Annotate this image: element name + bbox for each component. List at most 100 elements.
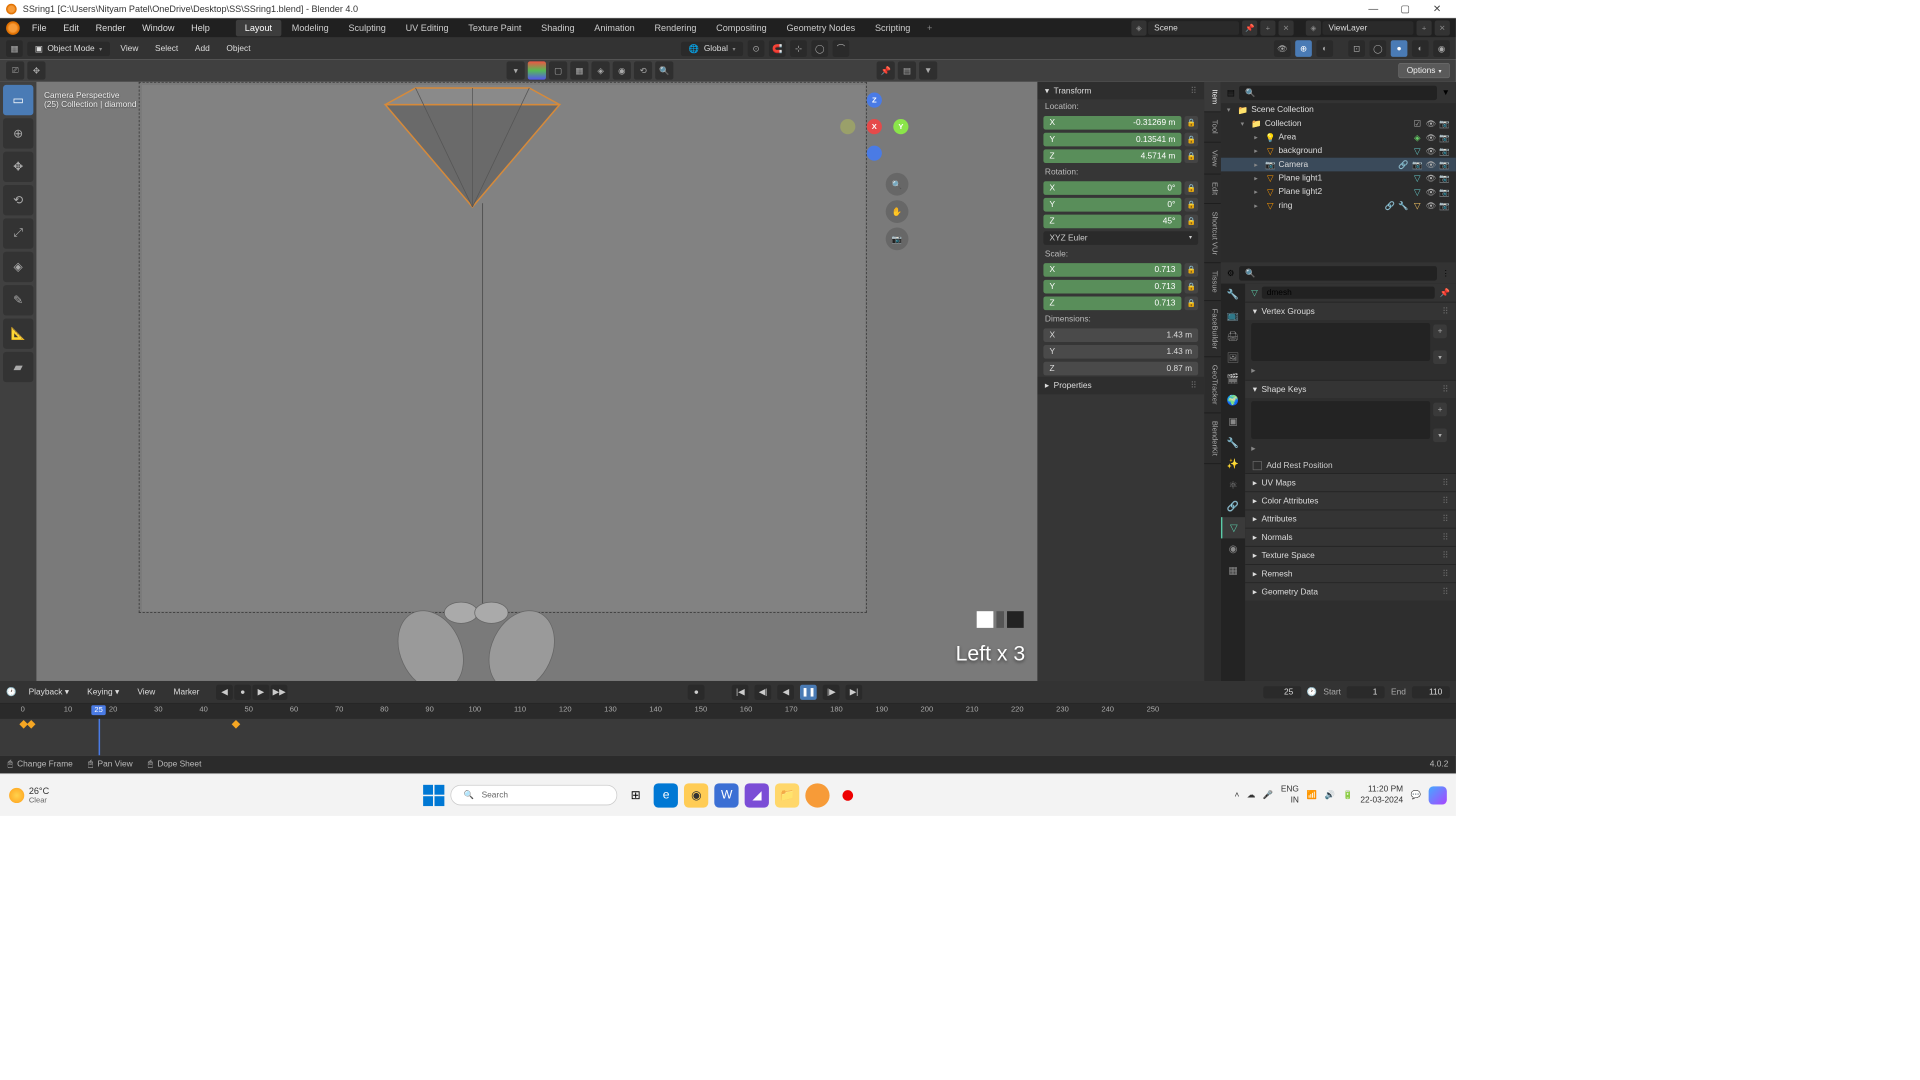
dropdown-icon[interactable]: ▾ xyxy=(1433,428,1447,442)
timeline-type-icon[interactable]: 🕐 xyxy=(6,687,16,697)
loc-x-input[interactable]: X-0.31269 m xyxy=(1043,116,1181,130)
taskbar-search[interactable]: 🔍Search xyxy=(451,785,618,805)
keyframe-icon[interactable] xyxy=(232,720,241,729)
tray-cloud-icon[interactable]: ☁ xyxy=(1247,790,1255,800)
menu-help[interactable]: Help xyxy=(184,20,218,37)
shading-wire-icon[interactable]: ◯ xyxy=(1370,40,1387,57)
color-icon[interactable] xyxy=(528,61,546,79)
rotate-tool[interactable]: ⟲ xyxy=(3,185,33,215)
timeline-keying[interactable]: Keying ▾ xyxy=(81,686,125,699)
edge-icon[interactable]: e xyxy=(654,783,678,807)
menu-edit[interactable]: Edit xyxy=(56,20,87,37)
zoom-button[interactable]: 🔍 xyxy=(886,173,909,196)
shading-solid-icon[interactable]: ● xyxy=(1391,40,1408,57)
dropdown-icon[interactable]: ▾ xyxy=(1433,350,1447,364)
tab-animation[interactable]: Animation xyxy=(585,20,644,37)
tab-shading[interactable]: Shading xyxy=(532,20,584,37)
tab-texturepaint[interactable]: Texture Paint xyxy=(459,20,530,37)
dim-z[interactable]: Z0.87 m xyxy=(1043,362,1198,376)
camera-icon[interactable]: 📷 xyxy=(1439,173,1450,183)
menu-render[interactable]: Render xyxy=(88,20,133,37)
blender-task-icon[interactable] xyxy=(806,783,830,807)
lock-icon[interactable]: 🔒 xyxy=(1184,149,1198,163)
prop-data-icon[interactable]: ▽ xyxy=(1221,517,1245,538)
prop-material-icon[interactable]: ◉ xyxy=(1221,538,1245,559)
scl-x-input[interactable]: X0.713 xyxy=(1043,263,1181,277)
eye-icon[interactable]: 👁 xyxy=(1426,173,1437,183)
options-dropdown[interactable]: Options▾ xyxy=(1398,63,1450,78)
prop-object-icon[interactable]: ▣ xyxy=(1221,411,1245,432)
pin-icon[interactable]: 📌 xyxy=(877,61,895,79)
annotate-tool[interactable]: ✎ xyxy=(3,285,33,315)
header-add[interactable]: Add xyxy=(189,42,216,56)
jump-end-icon[interactable]: ▶| xyxy=(846,684,863,699)
drag-icon[interactable]: ✥ xyxy=(27,61,45,79)
vertex-groups-list[interactable]: + ▾ xyxy=(1251,323,1430,361)
windows-start-icon[interactable] xyxy=(423,784,444,805)
add-rest-checkbox[interactable]: Add Rest Position xyxy=(1245,458,1456,473)
header-view[interactable]: View xyxy=(114,42,144,56)
timeline-marker[interactable]: Marker xyxy=(167,686,205,698)
menu-file[interactable]: File xyxy=(24,20,54,37)
tray-mic-icon[interactable]: 🎤 xyxy=(1263,790,1273,800)
header-object[interactable]: Object xyxy=(220,42,256,56)
prop-particles-icon[interactable]: ✨ xyxy=(1221,453,1245,474)
end-frame-input[interactable]: 110 xyxy=(1412,686,1450,698)
prop-scene-icon[interactable]: 🎬 xyxy=(1221,369,1245,390)
rotation-mode-dropdown[interactable]: XYZ Euler▾ xyxy=(1043,231,1198,245)
outliner-item[interactable]: ▸▽Plane light1▽👁📷 xyxy=(1221,171,1456,185)
record-task-icon[interactable] xyxy=(836,783,860,807)
lock-icon[interactable]: 🔒 xyxy=(1184,116,1198,130)
scene-new-icon[interactable]: + xyxy=(1260,20,1275,35)
attributes-header[interactable]: ▸Attributes⠿ xyxy=(1245,510,1456,528)
prop-texture-icon[interactable]: ▦ xyxy=(1221,560,1245,581)
dim-x[interactable]: X1.43 m xyxy=(1043,328,1198,342)
eye-icon[interactable]: 👁 xyxy=(1426,160,1437,170)
explorer-icon[interactable]: 📁 xyxy=(775,783,799,807)
transform-tool[interactable]: ◈ xyxy=(3,252,33,282)
play-icon[interactable]: ▸ xyxy=(1245,442,1436,458)
measure-tool[interactable]: 📐 xyxy=(3,318,33,348)
properties-header[interactable]: ▸Properties⠿ xyxy=(1037,377,1204,394)
viewlayer-input[interactable]: ViewLayer xyxy=(1322,21,1413,35)
remesh-header[interactable]: ▸Remesh⠿ xyxy=(1245,564,1456,582)
scl-y-input[interactable]: Y0.713 xyxy=(1043,280,1181,294)
timeline-ruler[interactable]: 0102030405060708090100110120130140150160… xyxy=(0,704,1456,719)
ntab-edit[interactable]: Edit xyxy=(1204,175,1221,204)
autokey3-icon[interactable]: ▶ xyxy=(253,684,270,699)
start-frame-input[interactable]: 1 xyxy=(1347,686,1385,698)
color-attr-header[interactable]: ▸Color Attributes⠿ xyxy=(1245,491,1456,509)
properties-type-icon[interactable]: ⚙ xyxy=(1227,268,1234,278)
eye-icon[interactable]: 👁 xyxy=(1426,201,1437,211)
add-icon[interactable]: + xyxy=(1433,403,1447,417)
autokey4-icon[interactable]: ▶▶ xyxy=(271,684,288,699)
app-icon[interactable]: ◢ xyxy=(745,783,769,807)
gizmo-icon[interactable]: ⊕ xyxy=(1295,40,1312,57)
lock-icon[interactable]: 🔒 xyxy=(1184,280,1198,294)
viewlayer-new-icon[interactable]: + xyxy=(1417,20,1432,35)
ntab-geotracker[interactable]: GeoTracker xyxy=(1204,357,1221,413)
object-name-field[interactable]: ▽dmesh📌 xyxy=(1245,284,1456,302)
keyframe-icon[interactable] xyxy=(27,720,36,729)
layers-icon[interactable]: ▤ xyxy=(898,61,916,79)
axis-b-icon[interactable] xyxy=(867,146,882,161)
add-icon[interactable]: + xyxy=(1433,325,1447,339)
blender-icon[interactable] xyxy=(6,21,20,35)
move-tool[interactable]: ✥ xyxy=(3,152,33,182)
xray-icon[interactable]: ⊡ xyxy=(1348,40,1365,57)
add-workspace-button[interactable]: + xyxy=(921,20,938,37)
record-icon[interactable]: ● xyxy=(688,684,705,699)
tray-chevron-icon[interactable]: ˄ xyxy=(1234,791,1239,800)
prop-physics-icon[interactable]: ⚛ xyxy=(1221,475,1245,496)
viewlayer-browse-icon[interactable]: ◈ xyxy=(1306,20,1321,35)
snap-target-icon[interactable]: ⊹ xyxy=(790,40,807,57)
ntab-blenderkit[interactable]: BlenderKit xyxy=(1204,413,1221,464)
timeline-view[interactable]: View xyxy=(131,686,161,698)
maximize-button[interactable]: ▢ xyxy=(1392,0,1418,17)
tab-scripting[interactable]: Scripting xyxy=(866,20,920,37)
ntab-item[interactable]: Item xyxy=(1204,82,1221,113)
shading-render-icon[interactable]: ◉ xyxy=(1433,40,1450,57)
axis-y-icon[interactable]: Y xyxy=(893,119,908,134)
play-icon[interactable]: ▸ xyxy=(1245,364,1436,380)
timeline-track[interactable]: 25 xyxy=(0,719,1456,755)
